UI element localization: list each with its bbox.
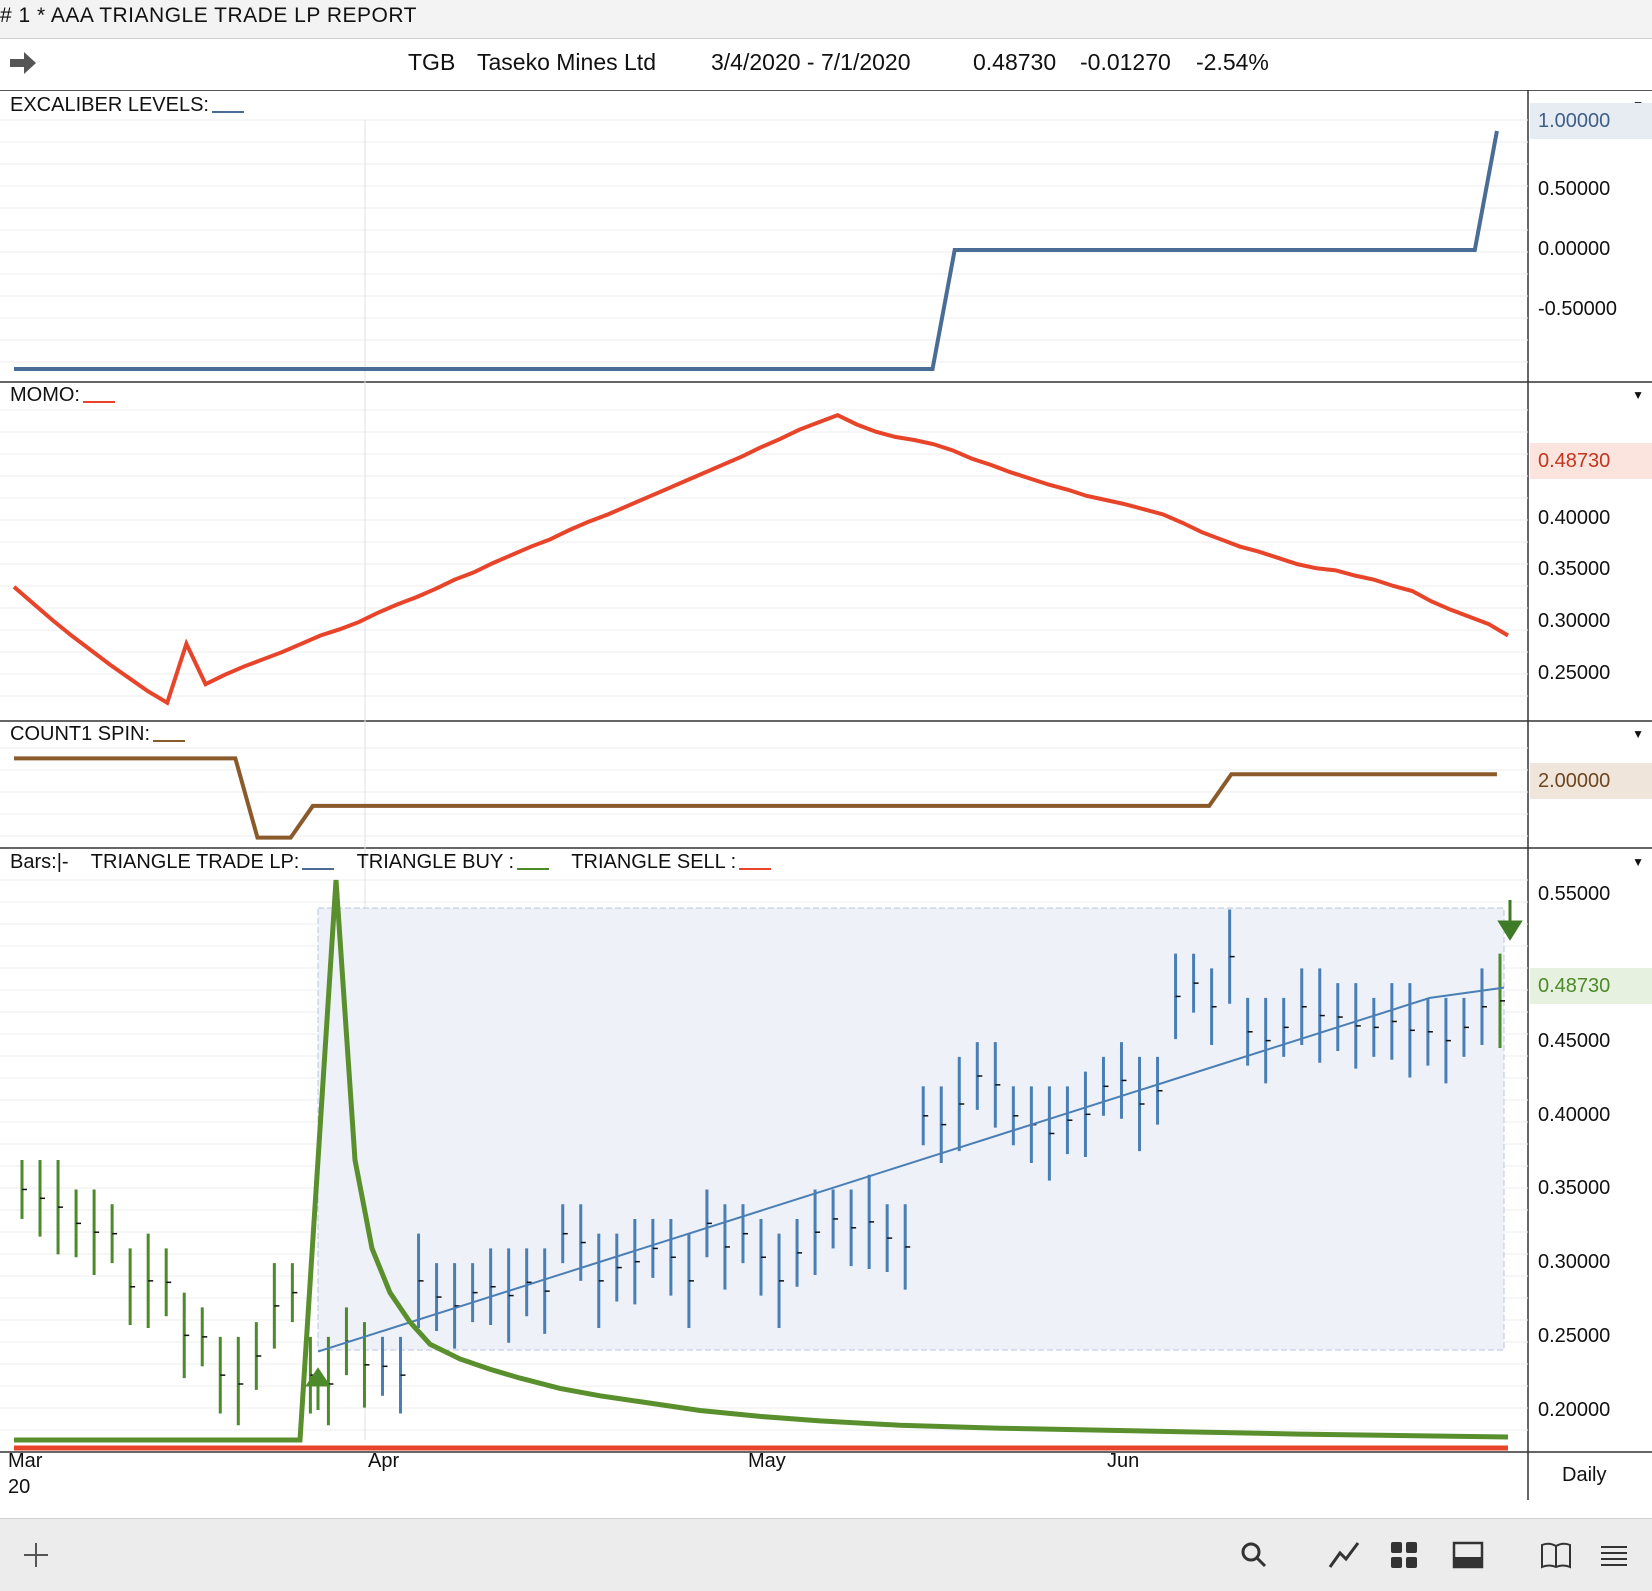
price-tick: 0.20000	[1538, 1398, 1611, 1421]
price-menu-icon[interactable]: ▼	[1632, 855, 1644, 869]
excaliber-tick: -0.50000	[1538, 297, 1617, 320]
x-label-apr: Apr	[368, 1450, 400, 1472]
price-value-badge: 0.48730	[1530, 968, 1652, 1004]
price-tick: 0.35000	[1538, 1177, 1611, 1200]
price-tick: 0.25000	[1538, 1324, 1611, 1347]
x-label-jun: Jun	[1107, 1450, 1140, 1472]
triangle-box	[317, 907, 1505, 1351]
momo-value-badge: 0.48730	[1530, 443, 1652, 479]
price-legend: Bars:|- TRIANGLE TRADE LP: TRIANGLE BUY …	[10, 851, 772, 874]
excaliber-line	[14, 130, 1499, 372]
momo-tick: 0.40000	[1538, 506, 1611, 529]
momo-tick: 0.35000	[1538, 558, 1611, 581]
count-menu-icon[interactable]: ▼	[1632, 727, 1644, 741]
price-tick: 0.55000	[1538, 882, 1611, 905]
bottom-toolbar	[0, 1518, 1652, 1591]
grid-icon[interactable]	[1386, 1537, 1422, 1573]
momo-menu-icon[interactable]: ▼	[1632, 388, 1644, 402]
price-tick: 0.45000	[1538, 1030, 1611, 1053]
momo-label: MOMO:	[10, 384, 115, 407]
momo-tick: 0.30000	[1538, 610, 1611, 633]
price-tick: 0.40000	[1538, 1103, 1611, 1126]
excaliber-tick: 0.00000	[1538, 238, 1611, 260]
momo-tick: 0.25000	[1538, 661, 1611, 684]
momo-line	[12, 412, 1510, 706]
excaliber-tick: 0.50000	[1538, 178, 1611, 201]
count-value-badge: 2.00000	[1530, 763, 1652, 799]
chart-line-icon[interactable]	[1326, 1537, 1362, 1573]
add-icon[interactable]	[18, 1537, 54, 1573]
excaliber-label: EXCALIBER LEVELS:	[10, 94, 244, 117]
price-tick: 0.30000	[1538, 1251, 1611, 1274]
chart-area[interactable]	[0, 0, 1652, 1518]
x-label-mar: Mar	[8, 1450, 43, 1472]
book-icon[interactable]	[1538, 1537, 1574, 1573]
x-label-may: May	[748, 1450, 786, 1472]
search-icon[interactable]	[1236, 1537, 1272, 1573]
excaliber-value-badge: 1.00000	[1530, 103, 1652, 139]
count-label: COUNT1 SPIN:	[10, 723, 186, 746]
period-selector[interactable]: Daily	[1562, 1464, 1606, 1487]
x-label-year: 20	[8, 1476, 31, 1498]
menu-icon[interactable]	[1596, 1537, 1632, 1573]
panel-layout-icon[interactable]	[1450, 1537, 1486, 1573]
